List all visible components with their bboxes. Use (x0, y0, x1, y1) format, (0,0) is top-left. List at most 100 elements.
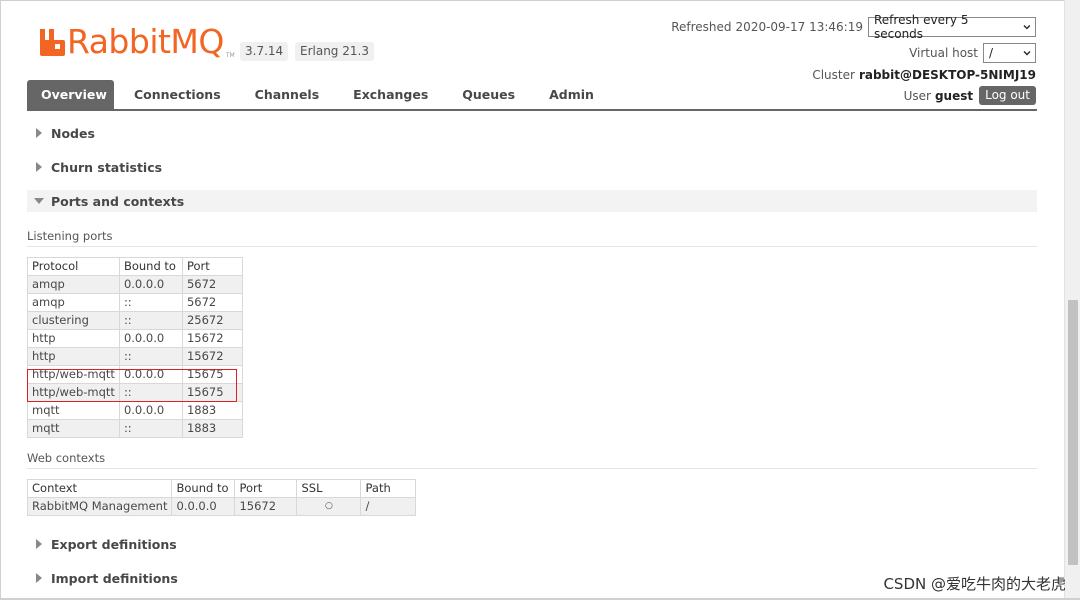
refresh-interval-value: Refresh every 5 seconds (874, 13, 969, 41)
table-row: clustering :: 25672 (27, 311, 244, 330)
port-cell: 1883 (181, 401, 244, 420)
brand-name: RabbitMQ (67, 22, 224, 61)
column-header: Protocol (27, 257, 120, 276)
column-header: Port (234, 479, 298, 498)
section-import-label: Import definitions (51, 570, 178, 586)
user-name: guest (934, 88, 974, 103)
section-export-label: Export definitions (51, 536, 177, 552)
section-export-definitions[interactable]: Export definitions (27, 533, 1037, 555)
tab-overview[interactable]: Overview (27, 80, 114, 110)
bound-to-cell: 0.0.0.0 (118, 329, 183, 348)
port-cell: 1883 (181, 419, 244, 438)
protocol-cell: clustering (27, 311, 120, 330)
section-ports-and-contexts[interactable]: Ports and contexts (27, 190, 1037, 212)
version-badge: 3.7.14 (240, 42, 289, 61)
watermark-text: CSDN @爱吃牛肉的大老虎 (883, 575, 1066, 593)
column-header: Port (181, 257, 244, 276)
cluster-label: Cluster (812, 68, 855, 82)
section-ports-label: Ports and contexts (51, 193, 185, 209)
column-header: Bound to (118, 257, 183, 276)
table-row: http :: 15672 (27, 347, 244, 366)
table-row: mqtt :: 1883 (27, 419, 244, 438)
vhost-row: Virtual host / (909, 43, 1036, 63)
protocol-cell: http (27, 347, 120, 366)
port-cell: 15672 (181, 329, 244, 348)
brand-tm: TM (225, 52, 235, 59)
window-left-border (0, 0, 1, 600)
tab-connections[interactable]: Connections (134, 80, 221, 110)
refresh-interval-select[interactable]: Refresh every 5 seconds (868, 13, 1036, 41)
port-cell: 15672 (234, 497, 298, 516)
rabbitmq-logo-icon (40, 29, 65, 56)
tab-exchanges[interactable]: Exchanges (353, 80, 428, 110)
erlang-version-badge: Erlang 21.3 (295, 42, 374, 61)
cluster-row: Cluster rabbit@DESKTOP-5NIMJ19 (812, 68, 1036, 82)
vhost-select[interactable]: / (983, 43, 1036, 63)
table-row: http 0.0.0.0 15672 (27, 329, 244, 348)
table-header-row: Context Bound to Port SSL Path (26, 479, 416, 498)
cluster-name: rabbit@DESKTOP-5NIMJ19 (858, 68, 1036, 82)
column-header: Context (26, 479, 173, 498)
vhost-label: Virtual host (909, 46, 978, 60)
ssl-cell: ○ (296, 497, 362, 516)
triangle-right-icon (36, 573, 42, 583)
table-row: amqp :: 5672 (27, 293, 244, 312)
bound-to-cell: 0.0.0.0 (118, 275, 183, 294)
user-label: User (903, 88, 931, 103)
chevron-down-icon (1023, 51, 1031, 56)
rabbitmq-logo[interactable]: RabbitMQ TM (38, 22, 235, 62)
bound-to-cell: :: (118, 293, 183, 312)
triangle-right-icon (36, 539, 42, 549)
web-contexts-heading: Web contexts (27, 451, 1037, 469)
refresh-row: Refreshed 2020-09-17 13:46:19 Refresh ev… (671, 13, 1036, 41)
triangle-right-icon (36, 128, 42, 138)
listening-ports-table: Protocol Bound to Port amqp 0.0.0.0 5672… (27, 257, 244, 438)
table-header-row: Protocol Bound to Port (27, 257, 244, 276)
refreshed-label: Refreshed (671, 20, 732, 34)
protocol-cell: http (27, 329, 120, 348)
section-nodes[interactable]: Nodes (27, 122, 1037, 144)
path-cell: / (360, 497, 416, 516)
triangle-right-icon (36, 162, 42, 172)
table-row: amqp 0.0.0.0 5672 (27, 275, 244, 294)
web-mqtt-highlight-box (27, 369, 237, 402)
tabs-divider (27, 109, 1037, 111)
tab-channels[interactable]: Channels (255, 80, 320, 110)
port-cell: 25672 (181, 311, 244, 330)
protocol-cell: mqtt (27, 419, 120, 438)
user-row: User guest Log out (904, 86, 1036, 105)
window-top-border (0, 0, 1080, 1)
bound-to-cell: :: (118, 311, 183, 330)
logout-button[interactable]: Log out (979, 86, 1036, 105)
section-churn-label: Churn statistics (51, 159, 163, 175)
table-row: mqtt 0.0.0.0 1883 (27, 401, 244, 420)
bound-to-cell: :: (118, 419, 183, 438)
port-cell: 15672 (181, 347, 244, 366)
main-tabs: Overview Connections Channels Exchanges … (27, 80, 594, 110)
section-nodes-label: Nodes (51, 125, 95, 141)
protocol-cell: amqp (27, 275, 120, 294)
protocol-cell: mqtt (27, 401, 120, 420)
bound-to-cell: :: (118, 347, 183, 366)
protocol-cell: amqp (27, 293, 120, 312)
tab-queues[interactable]: Queues (462, 80, 515, 110)
refreshed-time: 2020-09-17 13:46:19 (735, 20, 863, 34)
triangle-down-icon (34, 198, 44, 204)
chevron-down-icon (1023, 25, 1031, 30)
bound-to-cell: 0.0.0.0 (118, 401, 183, 420)
bound-to-cell: 0.0.0.0 (171, 497, 236, 516)
column-header: Bound to (171, 479, 236, 498)
vertical-scrollbar[interactable] (1064, 0, 1080, 600)
port-cell: 5672 (181, 293, 244, 312)
context-cell: RabbitMQ Management (26, 497, 173, 516)
port-cell: 5672 (181, 275, 244, 294)
listening-ports-heading: Listening ports (27, 229, 1037, 247)
scrollbar-thumb[interactable] (1068, 300, 1078, 565)
table-row: RabbitMQ Management 0.0.0.0 15672 ○ / (26, 497, 416, 516)
vhost-value: / (989, 46, 994, 60)
column-header: Path (360, 479, 416, 498)
tab-admin[interactable]: Admin (549, 80, 594, 110)
web-contexts-table: Context Bound to Port SSL Path RabbitMQ … (26, 479, 416, 516)
section-churn-statistics[interactable]: Churn statistics (27, 156, 1037, 178)
column-header: SSL (296, 479, 362, 498)
